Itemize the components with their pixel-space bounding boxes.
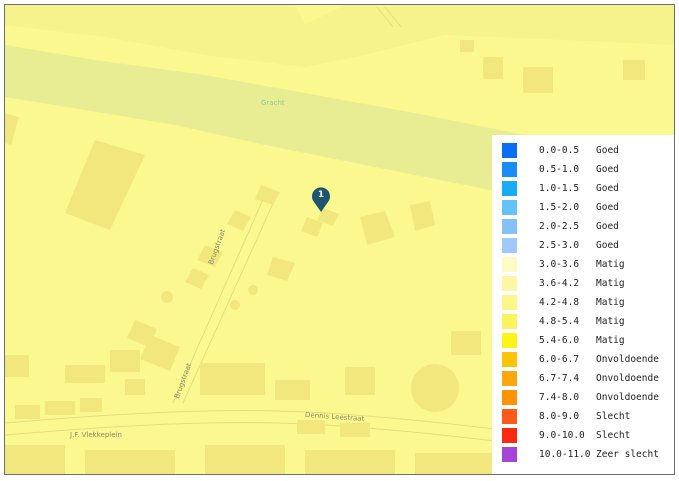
- legend-label: Slecht: [596, 411, 631, 422]
- legend-item: 1.0-1.5 Goed: [502, 181, 674, 200]
- legend-range: 6.0-6.7: [539, 354, 580, 365]
- legend-range: 4.2-4.8: [539, 297, 580, 308]
- legend-label: Onvoldoende: [596, 354, 659, 365]
- legend-item: 0.0-0.5 Goed: [502, 143, 674, 162]
- marker-number: 1: [317, 190, 325, 200]
- legend-label: Goed: [596, 145, 619, 156]
- legend-swatch: [502, 162, 517, 177]
- legend-item: 4.2-4.8 Matig: [502, 295, 674, 314]
- water-label: Gracht: [261, 99, 285, 107]
- legend-swatch: [502, 428, 517, 443]
- legend-label: Goed: [596, 240, 619, 251]
- legend-item: 5.4-6.0 Matig: [502, 333, 674, 352]
- legend-range: 4.8-5.4: [539, 316, 580, 327]
- legend-item: 8.0-9.0 Slecht: [502, 409, 674, 428]
- legend-item: 6.7-7.4 Onvoldoende: [502, 371, 674, 390]
- legend-range: 5.4-6.0: [539, 335, 580, 346]
- legend-label: Goed: [596, 221, 619, 232]
- legend-label: Goed: [596, 202, 619, 213]
- legend-item: 4.8-5.4 Matig: [502, 314, 674, 333]
- legend-label: Matig: [596, 316, 625, 327]
- legend-swatch: [502, 143, 517, 158]
- legend-item: 9.0-10.0 Slecht: [502, 428, 674, 447]
- legend-label: Zeer slecht: [596, 449, 659, 460]
- legend-label: Goed: [596, 164, 619, 175]
- legend-item: 6.0-6.7 Onvoldoende: [502, 352, 674, 371]
- legend-item: 2.5-3.0 Goed: [502, 238, 674, 257]
- legend-label: Matig: [596, 335, 625, 346]
- legend-range: 2.5-3.0: [539, 240, 580, 251]
- legend-swatch: [502, 409, 517, 424]
- street-label-jf-vlekkeplein: J.F. Vlekkeplein: [70, 431, 122, 439]
- legend-swatch: [502, 314, 517, 329]
- legend-item: 3.0-3.6 Matig: [502, 257, 674, 276]
- legend-range: 1.0-1.5: [539, 183, 580, 194]
- legend-item: 7.4-8.0 Onvoldoende: [502, 390, 674, 409]
- legend-item: 1.5-2.0 Goed: [502, 200, 674, 219]
- legend-range: 6.7-7.4: [539, 373, 580, 384]
- legend-range: 7.4-8.0: [539, 392, 580, 403]
- legend-range: 0.5-1.0: [539, 164, 580, 175]
- legend-label: Slecht: [596, 430, 631, 441]
- legend-item: 2.0-2.5 Goed: [502, 219, 674, 238]
- legend-range: 8.0-9.0: [539, 411, 580, 422]
- map-legend: 0.0-0.5 Goed 0.5-1.0 Goed 1.0-1.5 Goed 1.5-2.0…: [492, 135, 674, 474]
- legend-swatch: [502, 390, 517, 405]
- legend-swatch: [502, 333, 517, 348]
- legend-label: Matig: [596, 259, 625, 270]
- legend-range: 0.0-0.5: [539, 145, 580, 156]
- legend-label: Matig: [596, 297, 625, 308]
- legend-range: 10.0-11.0: [539, 449, 591, 460]
- legend-range: 3.6-4.2: [539, 278, 580, 289]
- legend-label: Goed: [596, 183, 619, 194]
- map-view[interactable]: Gracht Brugstraat Brugstraat Dennis Lees…: [4, 4, 675, 475]
- legend-range: 9.0-10.0: [539, 430, 585, 441]
- legend-swatch: [502, 181, 517, 196]
- legend-range: 2.0-2.5: [539, 221, 580, 232]
- legend-swatch: [502, 447, 517, 462]
- legend-label: Onvoldoende: [596, 392, 659, 403]
- legend-label: Onvoldoende: [596, 373, 659, 384]
- location-marker[interactable]: 1: [311, 187, 331, 213]
- legend-label: Matig: [596, 278, 625, 289]
- legend-swatch: [502, 276, 517, 291]
- legend-swatch: [502, 257, 517, 272]
- legend-item: 3.6-4.2 Matig: [502, 276, 674, 295]
- legend-swatch: [502, 238, 517, 253]
- legend-item: 0.5-1.0 Goed: [502, 162, 674, 181]
- legend-swatch: [502, 295, 517, 310]
- legend-swatch: [502, 371, 517, 386]
- legend-range: 1.5-2.0: [539, 202, 580, 213]
- legend-item: 10.0-11.0 Zeer slecht: [502, 447, 674, 466]
- legend-swatch: [502, 219, 517, 234]
- legend-swatch: [502, 200, 517, 215]
- legend-swatch: [502, 352, 517, 367]
- legend-range: 3.0-3.6: [539, 259, 580, 270]
